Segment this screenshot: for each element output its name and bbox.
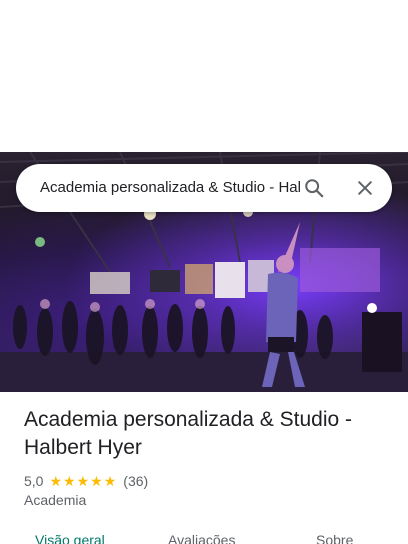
rating-row[interactable]: 5,0 ★ ★ ★ ★ ★ (36) xyxy=(24,471,148,491)
search-icon xyxy=(305,179,324,198)
tab-overview[interactable]: Visão geral xyxy=(35,532,105,544)
reviews-count[interactable]: (36) xyxy=(123,473,148,489)
place-category[interactable]: Academia xyxy=(24,492,86,508)
rating-stars: ★ ★ ★ ★ ★ xyxy=(49,474,117,488)
place-title: Academia personalizada & Studio - Halber… xyxy=(24,408,353,459)
star-icon: ★ xyxy=(76,473,90,489)
star-icon: ★ xyxy=(49,473,63,489)
star-icon: ★ xyxy=(103,473,117,489)
clear-search-button[interactable] xyxy=(349,172,381,204)
search-input[interactable]: Academia personalizada & Studio - Halber… xyxy=(40,164,302,212)
place-tabs: Visão geral Avaliações Sobre xyxy=(0,528,408,544)
close-icon xyxy=(358,181,372,195)
rating-value: 5,0 xyxy=(24,473,44,489)
tab-reviews[interactable]: Avaliações xyxy=(168,532,235,544)
search-bar[interactable]: Academia personalizada & Studio - Halber… xyxy=(16,164,392,212)
star-icon: ★ xyxy=(63,473,76,489)
search-button[interactable] xyxy=(298,172,330,204)
tab-about[interactable]: Sobre xyxy=(316,532,353,544)
star-icon: ★ xyxy=(90,473,103,489)
